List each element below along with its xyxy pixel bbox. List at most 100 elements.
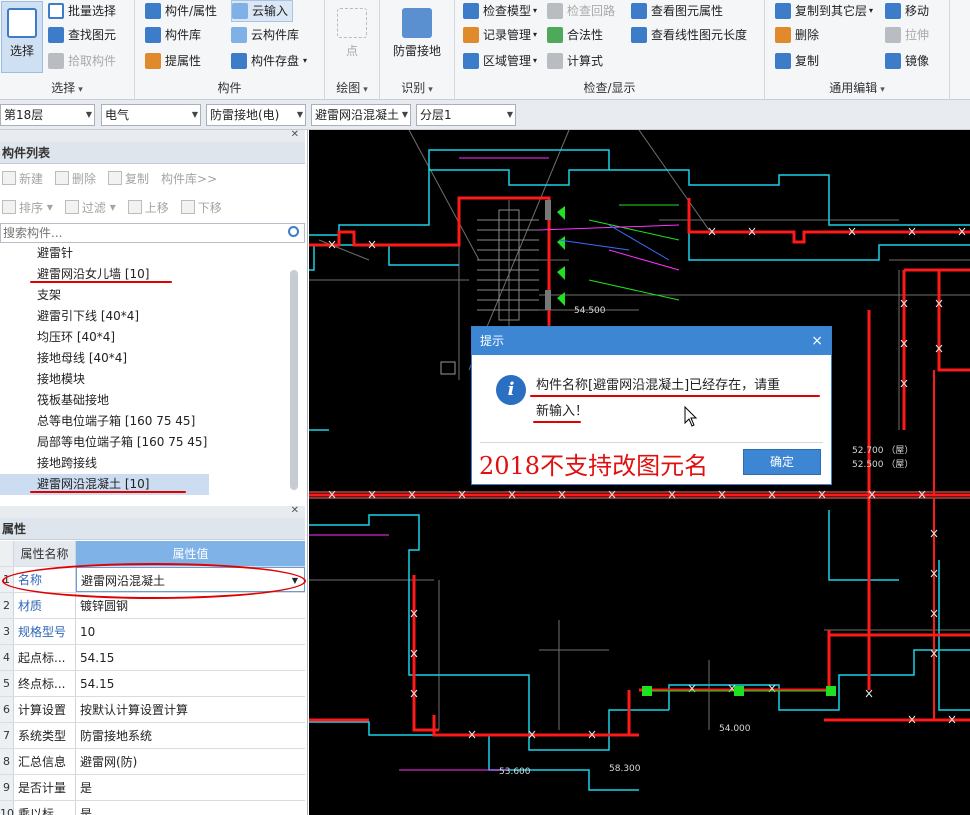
list-item[interactable]: 总等电位端子箱 [160 75 45] bbox=[0, 411, 300, 432]
floor-select[interactable]: 第18层 ▼ bbox=[0, 104, 95, 126]
property-value[interactable]: 是 bbox=[76, 775, 305, 800]
property-value[interactable]: 54.15 bbox=[76, 671, 305, 696]
select-group-label[interactable]: 选择 ▾ bbox=[0, 79, 134, 96]
property-value[interactable]: 10 bbox=[76, 619, 305, 644]
property-value[interactable]: 按默认计算设置计算 bbox=[76, 697, 305, 722]
draw-point-button[interactable]: 点 bbox=[331, 2, 373, 59]
batch-select-button[interactable]: 批量选择 bbox=[48, 0, 116, 22]
property-name: 材质 bbox=[14, 593, 76, 618]
property-name: 起点标... bbox=[14, 645, 76, 670]
table-row[interactable]: 3 规格型号 10 bbox=[0, 619, 305, 645]
new-component-button[interactable]: 新建 bbox=[2, 170, 43, 187]
component-library-button[interactable]: 构件库 bbox=[145, 24, 201, 46]
sort-button[interactable]: 排序 ▾ bbox=[2, 199, 53, 216]
component-toolbar-row2: 排序 ▾ 过滤 ▾ 上移 下移 bbox=[2, 195, 234, 219]
stretch-icon bbox=[885, 27, 901, 43]
property-value[interactable]: 避雷网(防) bbox=[76, 749, 305, 774]
mirror-icon bbox=[885, 53, 901, 69]
region-manage-button[interactable]: 区域管理 ▾ bbox=[463, 50, 537, 72]
close-icon[interactable]: × bbox=[811, 327, 823, 355]
find-element-button[interactable]: 查找图元 bbox=[48, 24, 116, 46]
list-item[interactable]: 避雷引下线 [40*4] bbox=[0, 306, 300, 327]
property-value[interactable]: 54.15 bbox=[76, 645, 305, 670]
table-row[interactable]: 5 终点标... 54.15 bbox=[0, 671, 305, 697]
move-button[interactable]: 移动 bbox=[885, 0, 929, 22]
copy-button[interactable]: 复制 bbox=[775, 50, 819, 72]
table-row[interactable]: 10 乘以标... 是 bbox=[0, 801, 305, 815]
type-select[interactable]: 防雷接地(电) ▼ bbox=[206, 104, 306, 126]
list-item[interactable]: 接地跨接线 bbox=[0, 453, 300, 474]
arrow-down-icon bbox=[180, 200, 195, 214]
list-scrollbar[interactable] bbox=[290, 270, 298, 490]
component-library-icon bbox=[145, 27, 161, 43]
stretch-label: 拉伸 bbox=[905, 28, 930, 42]
delete-button[interactable]: 删除 bbox=[775, 24, 819, 46]
pick-component-button[interactable]: 拾取构件 bbox=[48, 50, 116, 72]
chevron-down-icon: ▼ bbox=[296, 110, 303, 119]
search-input[interactable] bbox=[1, 224, 281, 242]
formula-button[interactable]: 计算式 bbox=[547, 50, 603, 72]
check-loop-button[interactable]: 检查回路 bbox=[547, 0, 615, 22]
property-value[interactable]: 防雷接地系统 bbox=[76, 723, 305, 748]
filter-button[interactable]: 过滤 ▾ bbox=[64, 199, 116, 216]
save-component-button[interactable]: 构件存盘 ▾ bbox=[231, 50, 307, 72]
extract-property-label: 提属性 bbox=[165, 54, 202, 68]
cloud-library-button[interactable]: 云构件库 bbox=[231, 24, 299, 46]
ok-button[interactable]: 确定 bbox=[743, 449, 821, 475]
table-row[interactable]: 9 是否计量 是 bbox=[0, 775, 305, 801]
lightning-ground-button[interactable]: 防雷接地 bbox=[386, 2, 448, 59]
close-icon[interactable]: ✕ bbox=[291, 505, 299, 516]
row-number: 7 bbox=[0, 723, 14, 748]
discipline-select[interactable]: 电气 ▼ bbox=[101, 104, 201, 126]
copy-to-floor-button[interactable]: 复制到其它层 ▾ bbox=[775, 0, 873, 22]
move-up-button[interactable]: 上移 bbox=[127, 199, 169, 216]
library-label: 构件库>> bbox=[161, 171, 218, 186]
check-model-button[interactable]: 检查模型 ▾ bbox=[463, 0, 537, 22]
search-icon[interactable] bbox=[288, 226, 299, 237]
record-manage-button[interactable]: 记录管理 ▾ bbox=[463, 24, 537, 46]
property-value[interactable]: 是 bbox=[76, 801, 305, 815]
component-property-button[interactable]: 构件/属性 bbox=[145, 0, 217, 22]
copy-label: 复制 bbox=[795, 54, 820, 68]
elevation-label: 52.700 （屋） bbox=[852, 446, 914, 456]
row-number: 5 bbox=[0, 671, 14, 696]
view-linear-length-button[interactable]: 查看线性图元长度 bbox=[631, 24, 747, 46]
select-button[interactable]: 选择 bbox=[1, 1, 43, 73]
table-row[interactable]: 4 起点标... 54.15 bbox=[0, 645, 305, 671]
list-item[interactable]: 支架 bbox=[0, 285, 300, 306]
component-toolbar-row1: 新建 删除 复制 构件库>> bbox=[2, 166, 229, 190]
list-item[interactable]: 筏板基础接地 bbox=[0, 390, 300, 411]
list-item[interactable]: 接地母线 [40*4] bbox=[0, 348, 300, 369]
move-down-button[interactable]: 下移 bbox=[180, 199, 222, 216]
extract-property-button[interactable]: 提属性 bbox=[145, 50, 201, 72]
validity-button[interactable]: 合法性 bbox=[547, 24, 603, 46]
table-row[interactable]: 7 系统类型 防雷接地系统 bbox=[0, 723, 305, 749]
extract-property-icon bbox=[145, 53, 161, 69]
edit-group-label[interactable]: 通用编辑 ▾ bbox=[765, 79, 949, 96]
component-library-link[interactable]: 构件库>> bbox=[161, 170, 217, 187]
table-row[interactable]: 6 计算设置 按默认计算设置计算 bbox=[0, 697, 305, 723]
layer-select[interactable]: 分层1 ▼ bbox=[416, 104, 516, 126]
close-icon[interactable]: ✕ bbox=[291, 129, 299, 140]
new-label: 新建 bbox=[19, 171, 44, 186]
list-item[interactable]: 均压环 [40*4] bbox=[0, 327, 300, 348]
list-item[interactable]: 避雷针 bbox=[0, 243, 300, 264]
property-name: 计算设置 bbox=[14, 697, 76, 722]
component-group-label: 构件 bbox=[217, 81, 242, 95]
mirror-button[interactable]: 镜像 bbox=[885, 50, 929, 72]
stretch-button[interactable]: 拉伸 bbox=[885, 24, 929, 46]
row-number: 2 bbox=[0, 593, 14, 618]
view-element-property-button[interactable]: 查看图元属性 bbox=[631, 0, 723, 22]
table-row[interactable]: 8 汇总信息 避雷网(防) bbox=[0, 749, 305, 775]
list-item[interactable]: 接地模块 bbox=[0, 369, 300, 390]
check-model-icon bbox=[463, 3, 479, 19]
component-select[interactable]: 避雷网沿混凝土 ▼ bbox=[311, 104, 411, 126]
list-item[interactable]: 局部等电位端子箱 [160 75 45] bbox=[0, 432, 300, 453]
cloud-input-button[interactable]: 云输入 bbox=[231, 0, 294, 22]
copy-component-button[interactable]: 复制 bbox=[108, 170, 149, 187]
identify-group-label[interactable]: 识别 ▾ bbox=[380, 79, 454, 96]
draw-group-label[interactable]: 绘图 ▾ bbox=[325, 79, 379, 96]
delete-component-button[interactable]: 删除 bbox=[55, 170, 96, 187]
component-list-title: 构件列表 bbox=[0, 142, 305, 164]
row-number: 8 bbox=[0, 749, 14, 774]
